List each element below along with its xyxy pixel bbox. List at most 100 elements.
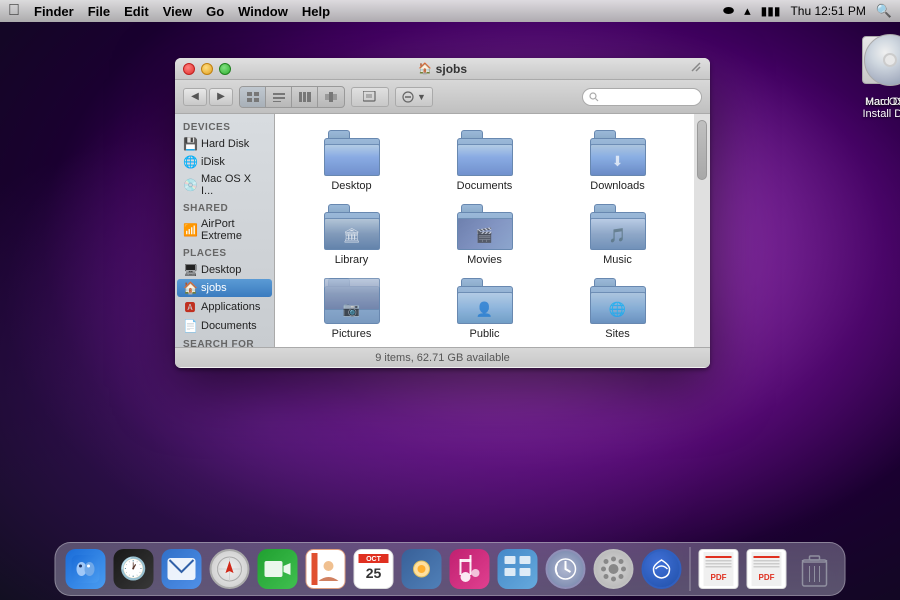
back-button[interactable]: ◀ — [183, 88, 207, 106]
file-item-movies[interactable]: 🎬 Movies — [440, 198, 530, 272]
sidebar-item-airport[interactable]: 📶 AirPort Extreme — [175, 216, 274, 244]
search-box[interactable] — [582, 88, 702, 106]
pdf-dock-icon: PDF — [747, 549, 787, 589]
menu-go[interactable]: Go — [206, 4, 224, 19]
desktop-icon-dvd[interactable]: Mac OS X Install DVD — [858, 28, 900, 120]
file-item-pictures[interactable]: 📷 Pictures — [307, 272, 397, 346]
close-button[interactable] — [183, 63, 195, 75]
preview-button[interactable] — [351, 87, 389, 107]
dock-item-mail[interactable] — [160, 547, 204, 591]
traffic-lights — [183, 63, 231, 75]
airport-label: AirPort Extreme — [201, 218, 266, 242]
file-item-sites[interactable]: 🌐 Sites — [573, 272, 663, 346]
applications-label: Applications — [201, 301, 260, 313]
expose-dock-icon — [498, 549, 538, 589]
menu-file[interactable]: File — [88, 4, 110, 19]
action-button[interactable]: ▼ — [395, 87, 433, 107]
menu-view[interactable]: View — [163, 4, 192, 19]
dock-item-facetime[interactable] — [256, 547, 300, 591]
menu-window[interactable]: Window — [238, 4, 288, 19]
dock-item-dashboard[interactable]: 🕐 — [112, 547, 156, 591]
folder-icon-movies: 🎬 — [457, 204, 513, 250]
dock-separator — [690, 547, 691, 591]
itunes-dock-icon — [450, 549, 490, 589]
mail-dock-icon — [162, 549, 202, 589]
dock-item-itunes[interactable] — [448, 547, 492, 591]
menubar-left:  Finder File Edit View Go Window Help — [8, 2, 330, 20]
sidebar-item-macosx[interactable]: 💿 Mac OS X I... — [175, 171, 274, 199]
file-item-downloads[interactable]: ⬇ Downloads — [573, 124, 663, 198]
dock-item-timemachine[interactable] — [544, 547, 588, 591]
wifi-icon[interactable]: ▴ — [744, 3, 751, 19]
dock-item-syspreferences[interactable] — [592, 547, 636, 591]
sidebar-item-documents[interactable]: 📄 Documents — [175, 317, 274, 335]
harddisk-sidebar-label: Hard Disk — [201, 138, 249, 150]
file-item-library[interactable]: 🏛 Library — [307, 198, 397, 272]
harddisk-sidebar-icon: 💾 — [183, 137, 197, 151]
file-name-downloads: Downloads — [590, 180, 644, 192]
maximize-button[interactable] — [219, 63, 231, 75]
scrollbar[interactable] — [694, 114, 710, 347]
folder-icon-documents — [457, 130, 513, 176]
resize-icon[interactable] — [690, 60, 702, 78]
folder-overlay-icon: 🏛 — [343, 227, 361, 244]
menu-help[interactable]: Help — [302, 4, 330, 19]
dock-item-trash[interactable] — [793, 547, 837, 591]
file-item-music[interactable]: 🎵 Music — [573, 198, 663, 272]
dock-item-safari[interactable] — [208, 547, 252, 591]
scrollbar-thumb[interactable] — [697, 120, 707, 180]
dock-item-iphoto[interactable] — [400, 547, 444, 591]
folder-icon-pictures: 📷 — [324, 278, 380, 324]
svg-text:OCT: OCT — [366, 556, 382, 563]
dock-item-ical[interactable]: OCT 25 — [352, 547, 396, 591]
file-name-music: Music — [603, 254, 632, 266]
status-bar: 9 items, 62.71 GB available — [175, 347, 710, 367]
applications-icon: 🅰 — [183, 299, 197, 315]
view-coverflow-button[interactable] — [318, 87, 344, 107]
documents-sidebar-icon: 📄 — [183, 319, 197, 333]
sidebar-item-sjobs[interactable]: 🏠 sjobs — [177, 279, 272, 297]
ical-dock-icon: OCT 25 — [354, 549, 394, 589]
content-area: DEVICES 💾 Hard Disk 🌐 iDisk 💿 Mac OS X I… — [175, 114, 710, 347]
sjobs-label: sjobs — [201, 282, 227, 294]
idisk-label: iDisk — [201, 156, 225, 168]
sidebar-item-idisk[interactable]: 🌐 iDisk — [175, 153, 274, 171]
folder-icon-library: 🏛 — [324, 204, 380, 250]
status-text: 9 items, 62.71 GB available — [375, 352, 510, 364]
apple-menu[interactable]:  — [8, 2, 20, 20]
dock-item-preview[interactable]: PDF — [697, 547, 741, 591]
dock-item-expose[interactable] — [496, 547, 540, 591]
file-item-documents[interactable]: Documents — [440, 124, 530, 198]
folder-icon-public: 👤 — [457, 278, 513, 324]
dock-item-mobileme[interactable] — [640, 547, 684, 591]
finder-window: 🏠 sjobs ◀ ▶ — [175, 58, 710, 368]
menu-edit[interactable]: Edit — [124, 4, 149, 19]
view-icon-button[interactable] — [240, 87, 266, 107]
bluetooth-icon[interactable]: ⬬ — [723, 3, 734, 19]
sidebar-item-applications[interactable]: 🅰 Applications — [175, 297, 274, 317]
file-name-desktop: Desktop — [331, 180, 371, 192]
addressbook-dock-icon — [306, 549, 346, 589]
timemachine-dock-icon — [546, 549, 586, 589]
file-item-public[interactable]: 👤 Public — [440, 272, 530, 346]
view-list-button[interactable] — [266, 87, 292, 107]
file-item-desktop[interactable]: Desktop — [307, 124, 397, 198]
svg-text:25: 25 — [366, 565, 382, 581]
spotlight-icon[interactable]: 🔍 — [876, 3, 892, 19]
battery-icon[interactable]: ▮▮▮ — [761, 4, 781, 18]
sidebar: DEVICES 💾 Hard Disk 🌐 iDisk 💿 Mac OS X I… — [175, 114, 275, 347]
dock-item-pdf[interactable]: PDF — [745, 547, 789, 591]
minimize-button[interactable] — [201, 63, 213, 75]
menubar-right: ⬬ ▴ ▮▮▮ Thu 12:51 PM 🔍 — [723, 3, 892, 19]
dvd-label: Mac OS X Install DVD — [858, 96, 900, 120]
folder-overlay-icon: 👤 — [476, 301, 493, 318]
forward-button[interactable]: ▶ — [209, 88, 233, 106]
sidebar-item-desktop[interactable]: 🖥 Desktop — [175, 261, 274, 279]
sidebar-item-harddisk[interactable]: 💾 Hard Disk — [175, 135, 274, 153]
folder-overlay-icon: ⬇ — [612, 153, 624, 170]
dock-item-finder[interactable] — [64, 547, 108, 591]
view-column-button[interactable] — [292, 87, 318, 107]
safari-dock-icon — [210, 549, 250, 589]
dock-item-addressbook[interactable] — [304, 547, 348, 591]
menu-finder[interactable]: Finder — [34, 4, 74, 19]
